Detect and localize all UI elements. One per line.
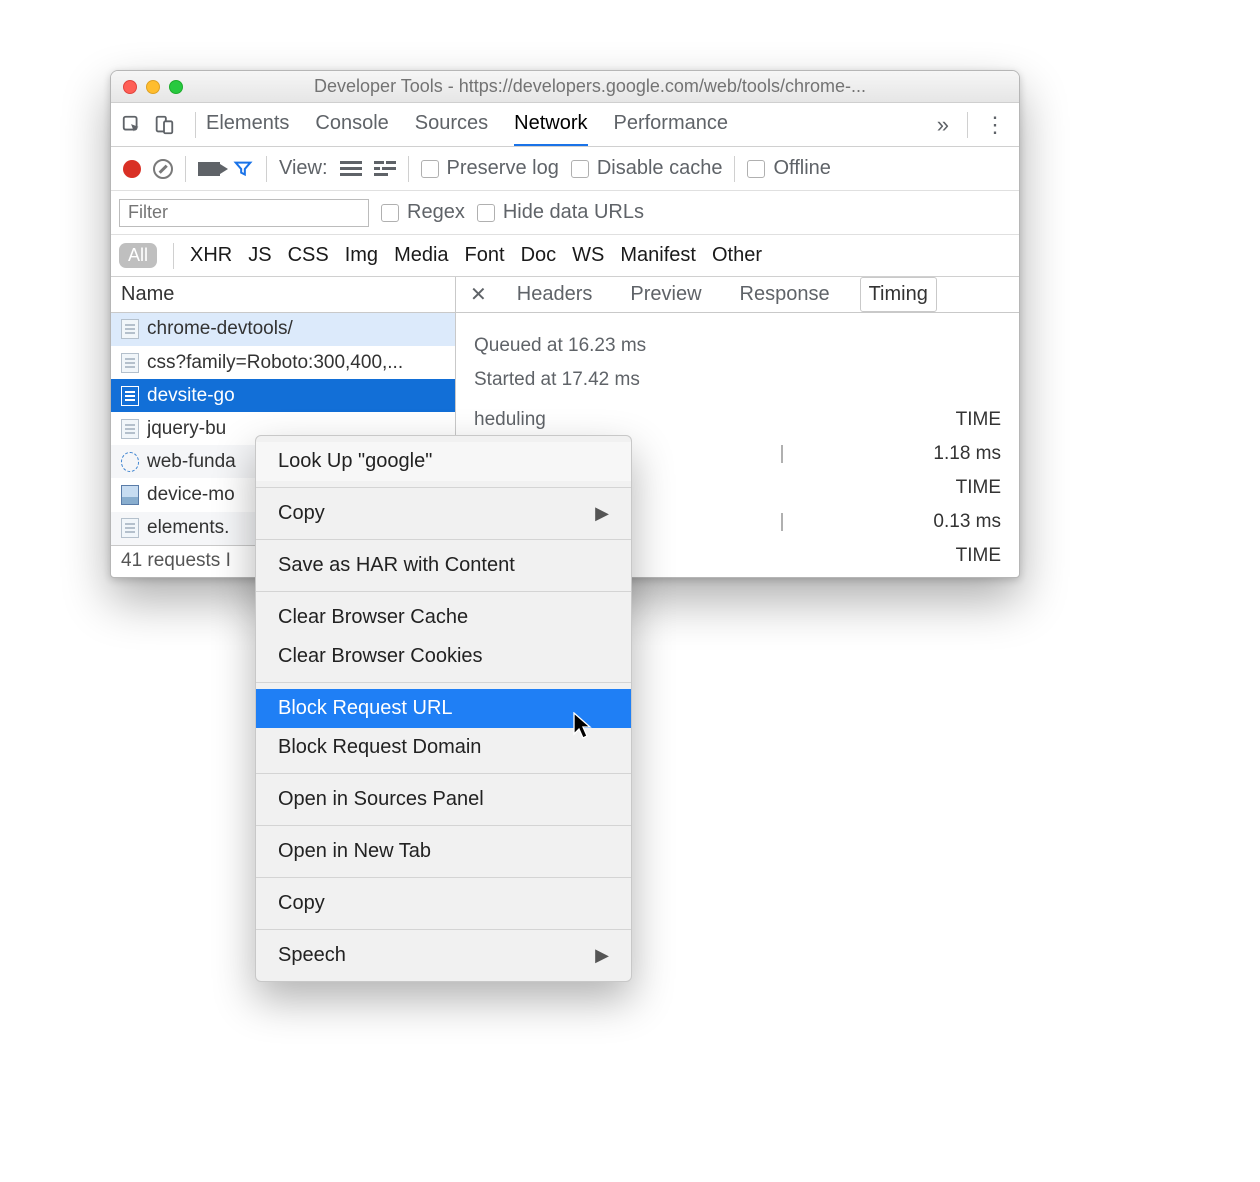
name-column-header[interactable]: Name (111, 277, 455, 313)
request-row[interactable]: chrome-devtools/ (111, 313, 455, 346)
filter-img[interactable]: Img (345, 244, 378, 267)
tab-sources[interactable]: Sources (415, 103, 488, 146)
disable-cache-checkbox[interactable]: Disable cache (571, 157, 723, 180)
ctx-save-har[interactable]: Save as HAR with Content (256, 546, 631, 585)
filter-input[interactable] (119, 199, 369, 227)
ctx-block-request-url[interactable]: Block Request URL (256, 689, 631, 728)
separator (173, 243, 174, 269)
detail-tabs: ✕ Headers Preview Response Timing (456, 277, 1019, 313)
filter-manifest[interactable]: Manifest (620, 244, 696, 267)
detail-tab-response[interactable]: Response (732, 278, 838, 311)
tab-elements[interactable]: Elements (206, 103, 289, 146)
document-icon (121, 419, 139, 439)
request-row[interactable]: css?family=Roboto:300,400,... (111, 346, 455, 379)
hide-data-urls-label: Hide data URLs (503, 201, 644, 224)
separator (256, 591, 631, 592)
hide-data-urls-checkbox[interactable]: Hide data URLs (477, 201, 644, 224)
small-rows-icon[interactable] (374, 160, 396, 178)
separator (256, 487, 631, 488)
separator (185, 156, 186, 182)
separator (256, 682, 631, 683)
clear-log-button[interactable] (153, 159, 173, 179)
filter-css[interactable]: CSS (288, 244, 329, 267)
filter-all[interactable]: All (119, 243, 157, 268)
preserve-log-checkbox[interactable]: Preserve log (421, 157, 559, 180)
tab-performance[interactable]: Performance (614, 103, 729, 146)
large-rows-icon[interactable] (340, 160, 362, 178)
filter-font[interactable]: Font (465, 244, 505, 267)
gear-icon (121, 452, 139, 472)
document-icon (121, 386, 139, 406)
filter-bar: Regex Hide data URLs (111, 191, 1019, 235)
close-window-button[interactable] (123, 80, 137, 94)
disable-cache-label: Disable cache (597, 157, 723, 180)
timing-section-scheduling: heduling TIME (456, 397, 1019, 431)
separator (734, 156, 735, 182)
separator (266, 156, 267, 182)
offline-checkbox[interactable]: Offline (747, 157, 830, 180)
ctx-block-request-domain[interactable]: Block Request Domain (256, 728, 631, 767)
regex-checkbox[interactable]: Regex (381, 201, 465, 224)
filter-xhr[interactable]: XHR (190, 244, 232, 267)
more-options-icon[interactable]: ⋮ (978, 112, 1011, 138)
separator (256, 539, 631, 540)
detail-tab-headers[interactable]: Headers (509, 278, 601, 311)
detail-tab-preview[interactable]: Preview (622, 278, 709, 311)
filter-toggle-icon[interactable] (232, 158, 254, 180)
minimize-window-button[interactable] (146, 80, 160, 94)
ctx-copy-submenu[interactable]: Copy▶ (256, 494, 631, 533)
tab-network[interactable]: Network (514, 103, 587, 146)
window-titlebar: Developer Tools - https://developers.goo… (111, 71, 1019, 103)
devtools-tabs-bar: Elements Console Sources Network Perform… (111, 103, 1019, 147)
regex-label: Regex (407, 201, 465, 224)
separator (408, 156, 409, 182)
filter-other[interactable]: Other (712, 244, 762, 267)
separator (195, 112, 196, 138)
document-icon (121, 518, 139, 538)
separator (256, 773, 631, 774)
context-menu: Look Up "google" Copy▶ Save as HAR with … (255, 435, 632, 982)
ctx-open-sources[interactable]: Open in Sources Panel (256, 780, 631, 819)
chevron-right-icon: ▶ (595, 503, 609, 524)
filter-media[interactable]: Media (394, 244, 448, 267)
ctx-copy[interactable]: Copy (256, 884, 631, 923)
record-button[interactable] (123, 160, 141, 178)
started-label: Started at 17.42 ms (474, 363, 1001, 397)
document-icon (121, 319, 139, 339)
close-detail-icon[interactable]: ✕ (470, 282, 487, 307)
inspect-element-icon[interactable] (119, 112, 145, 138)
request-row-selected[interactable]: devsite-go (111, 379, 455, 412)
filter-doc[interactable]: Doc (521, 244, 557, 267)
view-label: View: (279, 157, 328, 180)
request-type-filter-bar: All XHR JS CSS Img Media Font Doc WS Man… (111, 235, 1019, 277)
ctx-clear-cache[interactable]: Clear Browser Cache (256, 598, 631, 637)
chevron-right-icon: ▶ (595, 945, 609, 966)
capture-screenshots-icon[interactable] (198, 162, 220, 176)
filter-js[interactable]: JS (248, 244, 271, 267)
network-toolbar: View: Preserve log Disable cache Offline (111, 147, 1019, 191)
separator (256, 929, 631, 930)
tab-console[interactable]: Console (315, 103, 388, 146)
ctx-clear-cookies[interactable]: Clear Browser Cookies (256, 637, 631, 676)
image-icon (121, 485, 139, 505)
separator (256, 825, 631, 826)
timing-body: Queued at 16.23 ms Started at 17.42 ms (456, 313, 1019, 397)
document-icon (121, 353, 139, 373)
ctx-open-new-tab[interactable]: Open in New Tab (256, 832, 631, 871)
filter-ws[interactable]: WS (572, 244, 604, 267)
window-title: Developer Tools - https://developers.goo… (171, 76, 1009, 97)
separator (967, 112, 968, 138)
tabs-overflow-icon[interactable]: » (929, 112, 957, 138)
queued-label: Queued at 16.23 ms (474, 329, 1001, 363)
device-toolbar-icon[interactable] (151, 112, 177, 138)
ctx-lookup[interactable]: Look Up "google" (256, 442, 631, 481)
preserve-log-label: Preserve log (447, 157, 559, 180)
separator (256, 877, 631, 878)
ctx-speech-submenu[interactable]: Speech▶ (256, 936, 631, 975)
detail-tab-timing[interactable]: Timing (860, 277, 937, 312)
offline-label: Offline (773, 157, 830, 180)
